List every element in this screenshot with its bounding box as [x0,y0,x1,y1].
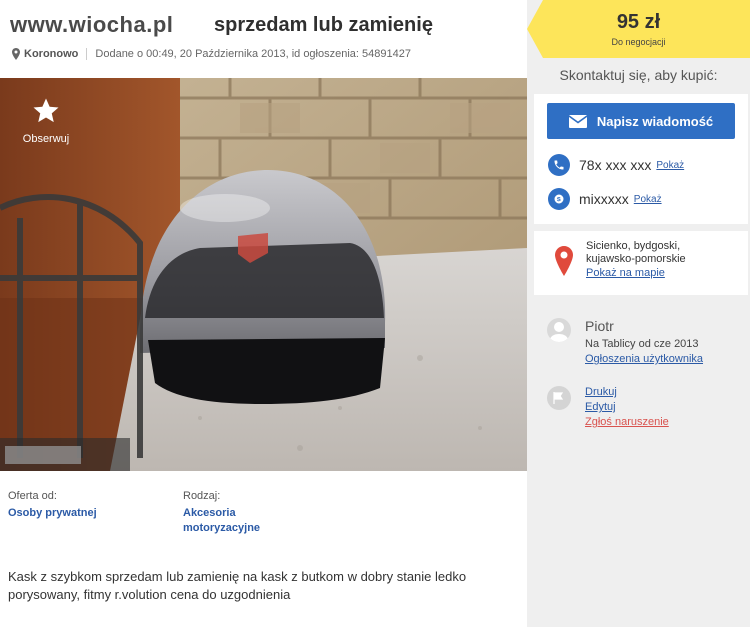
location-address: Sicienko, bydgoski, kujawsko-pomorskie P… [586,240,686,280]
offer-from: Oferta od: Osoby prywatnej [8,490,97,521]
price-tag: 95 zł Do negocjacji [527,0,750,58]
flag-icon [547,386,571,410]
observe-button[interactable]: Obserwuj [8,88,84,160]
location-card: Sicienko, bydgoski, kujawsko-pomorskie P… [534,231,748,295]
listing-main: www.wiocha.pl sprzedam lub zamienię Koro… [0,0,527,627]
edit-link[interactable]: Edytuj [585,401,616,413]
seller-since: Na Tablicy od cze 2013 [585,338,699,350]
phone-show-link[interactable]: Pokaż [656,160,684,171]
send-message-label: Napisz wiadomość [596,113,714,129]
contact-title: Skontaktuj się, aby kupić: [559,67,718,83]
address-line1: Sicienko, bydgoski, [586,240,681,252]
show-on-map-link[interactable]: Pokaż na mapie [586,267,686,280]
send-message-button[interactable]: Napisz wiadomość [547,103,735,139]
location-link[interactable]: Koronowo [24,48,78,60]
contact-card: Napisz wiadomość 78x xxx xxx Pokaż mixxx… [534,94,748,224]
price-amount: 95 zł [616,11,661,33]
location-pin-icon [12,48,20,60]
seller-name: Piotr [585,318,614,334]
category-type: Rodzaj: Akcesoria motoryzacyjne [183,490,260,536]
skype-show-link[interactable]: Pokaż [634,194,662,205]
offer-value[interactable]: Osoby prywatnej [8,506,97,521]
star-icon [33,98,59,123]
observe-label: Obserwuj [22,133,70,145]
type-value-line1[interactable]: Akcesoria [183,506,260,521]
type-value-line2[interactable]: motoryzacyjne [183,521,260,536]
phone-row: 78x xxx xxx Pokaż [548,152,684,178]
skype-name: mixxxxx [579,191,629,207]
print-link[interactable]: Drukuj [585,386,617,398]
divider [86,48,88,60]
phone-icon [548,154,570,176]
seller-ads-link[interactable]: Ogłoszenia użytkownika [585,353,703,365]
envelope-icon [568,114,587,128]
offer-label: Oferta od: [8,490,57,502]
phone-number: 78x xxx xxx [579,157,652,173]
report-link[interactable]: Zgłoś naruszenie [585,416,669,428]
watermark: www.wiocha.pl [10,12,174,37]
user-icon [549,322,569,342]
added-info: Dodane o 00:49, 20 Października 2013, id… [95,48,411,60]
type-label: Rodzaj: [183,490,221,502]
skype-icon [548,188,570,210]
address-line2: kujawsko-pomorskie [586,253,686,265]
page-title: sprzedam lub zamienię [214,14,433,36]
skype-row: mixxxxx Pokaż [548,186,662,212]
avatar [547,318,571,342]
listing-meta: Koronowo Dodane o 00:49, 20 Października… [12,48,411,60]
price-note: Do negocjacji [611,37,666,47]
map-pin-icon [555,246,573,276]
title-row: www.wiocha.pl sprzedam lub zamienię [10,12,510,44]
description: Kask z szybkom sprzedam lub zamienię na … [8,569,467,602]
